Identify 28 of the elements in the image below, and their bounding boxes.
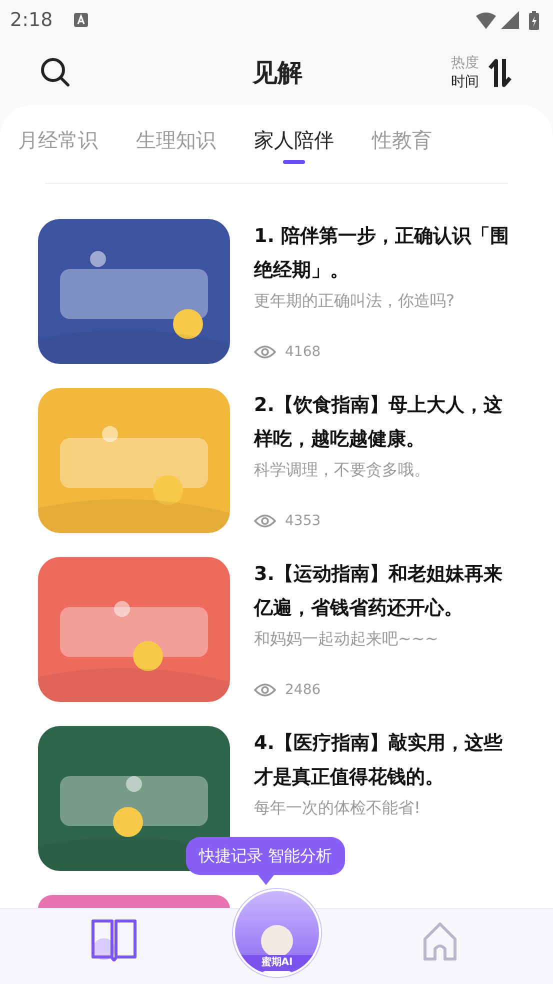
wifi-icon [475, 12, 497, 28]
page-title: 见解 [252, 57, 302, 89]
article-subtitle: 和妈妈一起动起来吧~~~ [254, 628, 440, 650]
tab-indicator [283, 160, 305, 164]
article-subtitle: 科学调理，不要贪多哦。 [254, 459, 431, 481]
view-count: 2486 [285, 682, 321, 698]
article-title[interactable]: 2.【饮食指南】母上大人，这样吃，越吃越健康。 [254, 388, 514, 456]
eye-icon [254, 682, 276, 698]
article-subtitle: 每年一次的体检不能省! [254, 797, 422, 819]
battery-icon [529, 10, 539, 30]
book-icon[interactable] [90, 917, 138, 963]
keyboard-icon [72, 12, 89, 28]
article-title[interactable]: 4.【医疗指南】敲实用，这些才是真正值得花钱的。 [254, 726, 514, 794]
eye-icon [254, 344, 276, 360]
eye-icon [254, 513, 276, 529]
sort-option[interactable]: 时间 [451, 72, 479, 92]
tooltip: 快捷记录 智能分析 [186, 837, 346, 885]
article-subtitle: 更年期的正确叫法，你造吗? [254, 290, 456, 312]
view-count: 4353 [285, 513, 321, 529]
search-icon[interactable] [40, 56, 72, 88]
article-title[interactable]: 3.【运动指南】和老姐妹再来亿遍，省钱省药还开心。 [254, 557, 514, 625]
sort-icon[interactable] [487, 56, 513, 88]
clock: 2:18 [10, 9, 53, 31]
signal-icon [501, 11, 519, 29]
article-title[interactable]: 1. 陪伴第一步，正确认识「围绝经期」。 [254, 219, 514, 287]
view-count: 4168 [285, 344, 321, 360]
category-tab[interactable]: 家人陪伴 [254, 125, 334, 164]
assistant-avatar[interactable]: 蜜期AI [233, 889, 321, 977]
